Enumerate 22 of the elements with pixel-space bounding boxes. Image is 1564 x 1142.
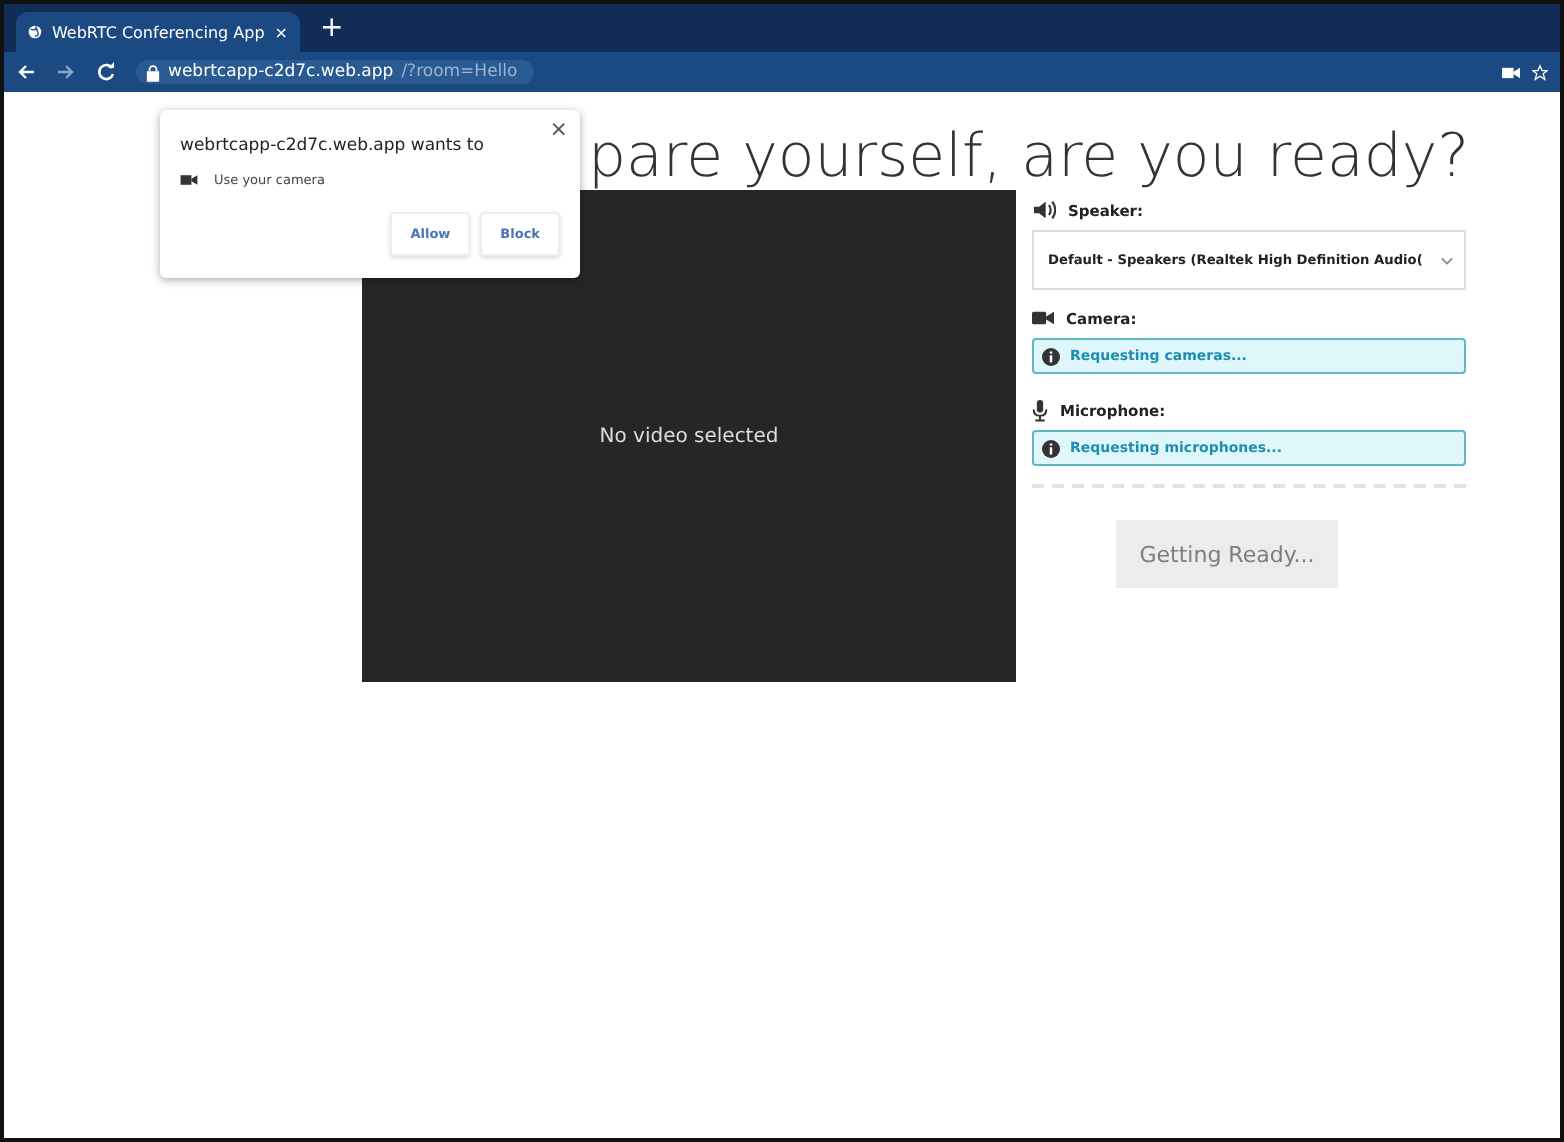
video-message: No video selected bbox=[599, 425, 779, 447]
new-tab-button[interactable]: + bbox=[316, 12, 348, 44]
chevron-icon bbox=[1440, 255, 1454, 265]
video-camera-icon bbox=[1032, 310, 1054, 326]
browser-tab[interactable]: WebRTC Conferencing App × bbox=[16, 12, 300, 52]
video-camera-icon bbox=[180, 174, 198, 186]
star-icon[interactable] bbox=[1532, 63, 1548, 81]
microphone-icon bbox=[1032, 399, 1048, 421]
lock-icon bbox=[146, 63, 160, 81]
video-camera-icon[interactable] bbox=[1502, 65, 1520, 79]
forward-icon[interactable] bbox=[56, 62, 76, 82]
popup-title: webrtcapp-c2d7c.web.app wants to bbox=[180, 136, 486, 156]
page-heading: pare yourself, are you ready? bbox=[588, 120, 1472, 196]
info-icon bbox=[1042, 439, 1060, 457]
reload-icon[interactable] bbox=[96, 62, 116, 82]
back-icon[interactable] bbox=[16, 62, 36, 82]
close-button[interactable]: × bbox=[549, 116, 568, 142]
info-icon bbox=[1042, 347, 1060, 365]
tab-close-button[interactable]: × bbox=[274, 23, 288, 41]
globe-icon bbox=[28, 22, 42, 42]
speaker-icon bbox=[1032, 200, 1056, 220]
url-field[interactable]: webrtcapp-c2d7c.web.app /?room=Hello bbox=[136, 60, 534, 84]
